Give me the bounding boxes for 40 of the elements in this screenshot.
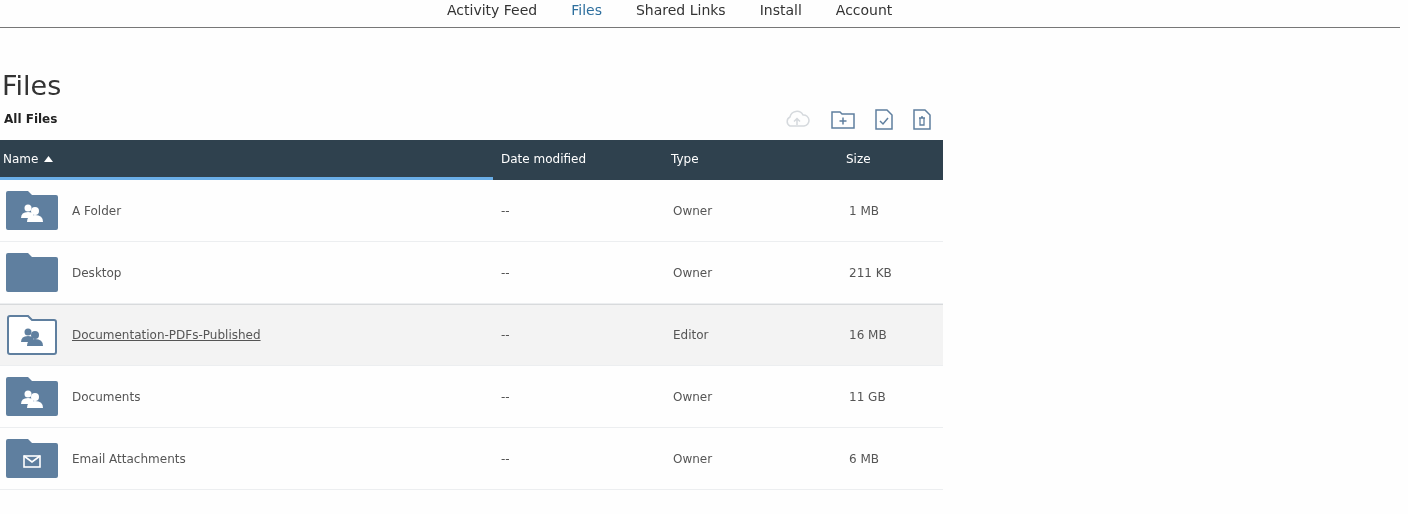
column-header[interactable]: Name [0, 140, 493, 180]
size-cell: 1 MB [849, 203, 880, 218]
size-cell: 6 MB [849, 451, 880, 466]
date-cell: -- [501, 451, 510, 466]
nav-link[interactable]: Account [818, 1, 910, 19]
size-cell: 16 MB [849, 328, 887, 342]
type-cell: Editor [673, 328, 709, 342]
size-cell: 211 KB [849, 265, 892, 280]
file-name-link[interactable]: Email Attachments [72, 451, 186, 466]
type-cell: Owner [673, 389, 713, 404]
folder-icon[interactable] [6, 252, 58, 293]
column-header[interactable]: Size [840, 140, 943, 180]
trash-document-icon[interactable] [913, 108, 931, 130]
file-name-link[interactable]: Desktop [72, 265, 122, 280]
shared-folder-icon[interactable] [6, 376, 58, 417]
shared-folder-icon[interactable] [6, 190, 58, 231]
mail-folder-icon[interactable] [6, 438, 58, 479]
date-cell: -- [501, 389, 510, 404]
nav-link[interactable]: Shared Links [618, 1, 743, 19]
date-cell: -- [501, 265, 510, 280]
type-cell: Owner [673, 203, 713, 218]
file-name-link[interactable]: Documentation-PDFs-Published [72, 328, 261, 342]
shared-folder-icon[interactable] [6, 315, 58, 355]
column-header[interactable]: Date modified [493, 140, 663, 180]
page-title: Files [2, 69, 63, 103]
nav-link[interactable]: Install [742, 1, 819, 19]
size-cell: 11 GB [849, 389, 886, 404]
document-check-icon[interactable] [875, 108, 893, 130]
new-folder-icon[interactable] [831, 109, 855, 129]
type-cell: Owner [673, 265, 713, 280]
file-name-link[interactable]: Documents [72, 389, 141, 404]
type-cell: Owner [673, 451, 713, 466]
nav-link[interactable]: Files [554, 1, 619, 19]
date-cell: -- [501, 328, 510, 342]
column-header[interactable]: Type [663, 140, 840, 180]
sort-ascending-icon [44, 155, 54, 162]
date-cell: -- [501, 203, 510, 218]
file-name-link[interactable]: A Folder [72, 203, 122, 218]
breadcrumb: All Files [3, 112, 58, 126]
nav-link[interactable]: Activity Feed [430, 1, 555, 19]
